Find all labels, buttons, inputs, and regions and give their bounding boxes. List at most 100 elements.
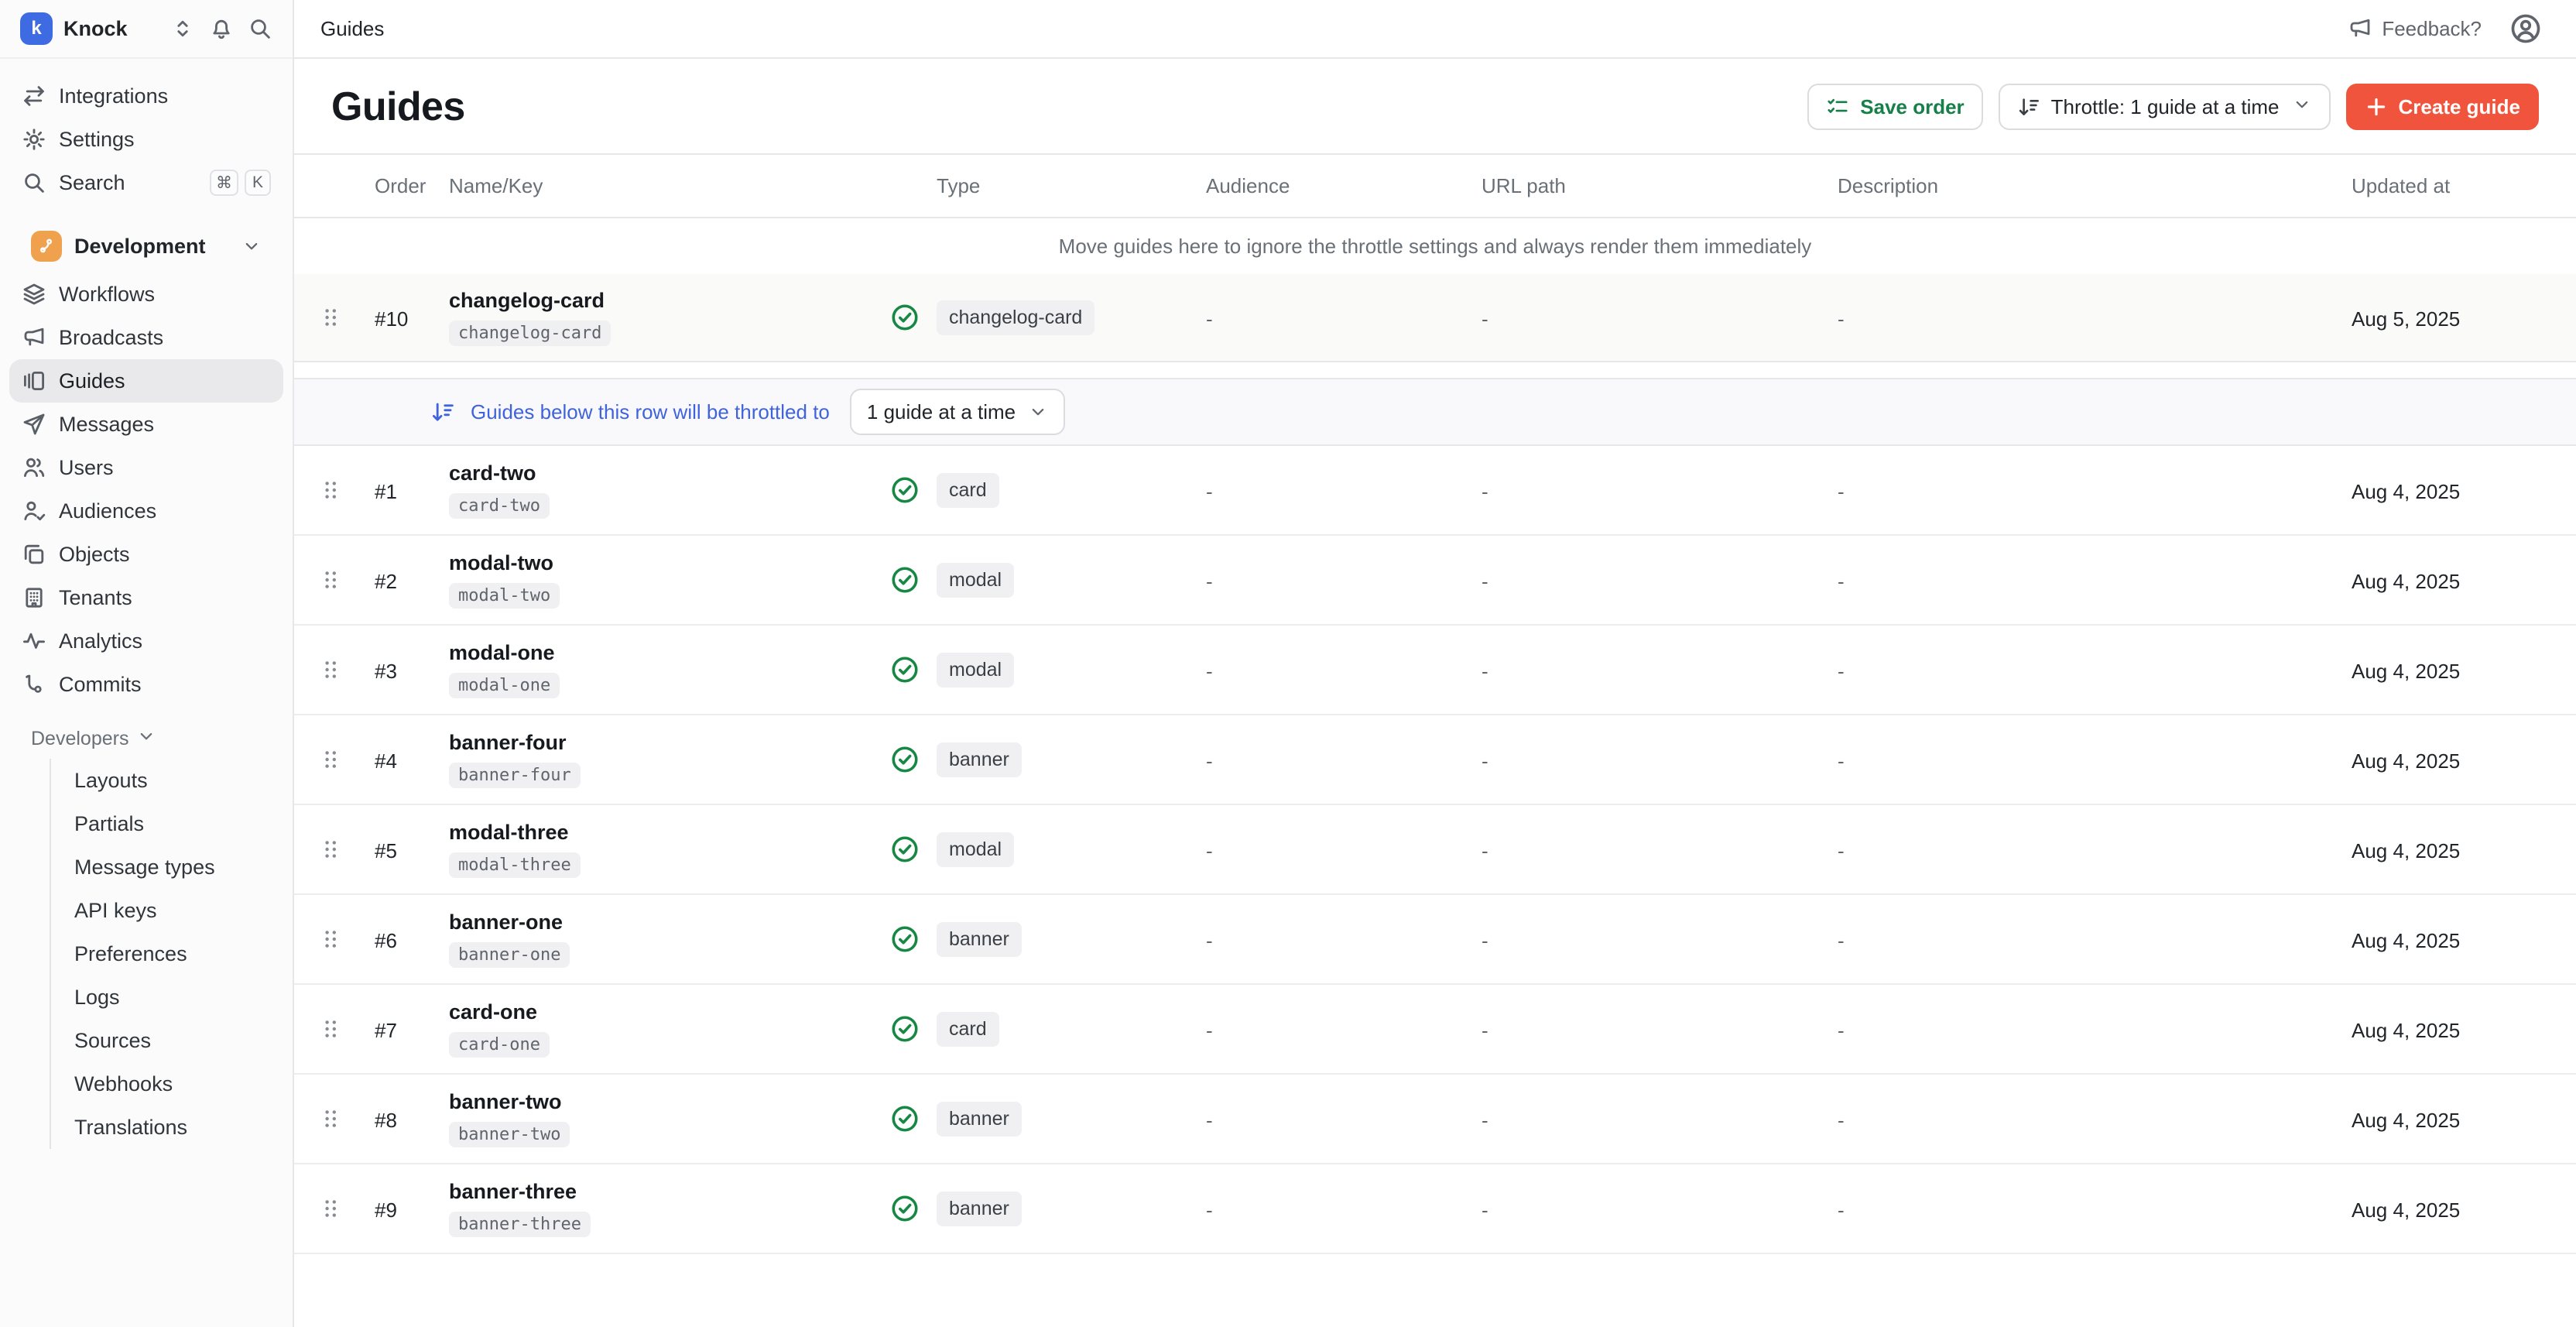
guide-row[interactable]: #2 modal-two modal-two modal - - - Aug 4… [294,536,2576,626]
environment-branch-icon [31,231,62,262]
guide-url-path: - [1482,660,1488,683]
sidebar-item-label: Messages [59,413,154,437]
guide-type-badge: card [937,473,999,508]
chevrons-up-down-icon[interactable] [170,16,195,41]
guide-row[interactable]: #3 modal-one modal-one modal - - - Aug 4… [294,626,2576,715]
guide-audience: - [1206,480,1213,503]
sidebar-item-messages[interactable]: Messages [9,403,283,446]
guide-url-path: - [1482,1109,1488,1132]
search-icon[interactable] [248,16,272,41]
guide-audience: - [1206,839,1213,862]
guide-row[interactable]: #9 banner-three banner-three banner - - … [294,1164,2576,1254]
drag-handle-icon[interactable] [319,657,375,682]
create-guide-button[interactable]: Create guide [2346,84,2540,130]
table-header: Order Name/Key Type Audience URL path De… [294,153,2576,218]
sidebar-item-message-types[interactable]: Message types [51,845,283,889]
sidebar-item-guides[interactable]: Guides [9,359,283,403]
sidebar-item-label: Message types [74,856,215,880]
sidebar-item-label: Integrations [59,84,168,108]
guide-description: - [1838,839,1845,862]
sidebar-item-analytics[interactable]: Analytics [9,619,283,663]
drag-handle-icon[interactable] [319,1017,375,1041]
sidebar-item-broadcasts[interactable]: Broadcasts [9,316,283,359]
throttle-button-label: Throttle: 1 guide at a time [2051,95,2280,119]
guide-row[interactable]: #10 changelog-card changelog-card change… [294,274,2576,361]
person-check-icon [22,499,46,523]
guide-row[interactable]: #8 banner-two banner-two banner - - - Au… [294,1075,2576,1164]
bell-icon[interactable] [209,16,234,41]
sidebar-item-layouts[interactable]: Layouts [51,759,283,802]
throttle-select[interactable]: 1 guide at a time [850,389,1065,435]
sidebar-item-label: Objects [59,543,130,567]
sidebar-item-label: Users [59,456,114,480]
unthrottled-drop-zone: Move guides here to ignore the throttle … [294,218,2576,362]
guide-audience: - [1206,307,1213,331]
drag-handle-icon[interactable] [319,1106,375,1131]
guide-row[interactable]: #6 banner-one banner-one banner - - - Au… [294,895,2576,985]
sidebar-item-users[interactable]: Users [9,446,283,489]
drag-handle-icon[interactable] [319,927,375,952]
breadcrumb: Guides [320,17,384,41]
feedback-button[interactable]: Feedback? [2348,16,2482,41]
guide-type-badge: banner [937,922,1022,957]
guide-updated-at: Aug 4, 2025 [2352,839,2460,862]
sidebar-item-label: Analytics [59,629,142,653]
guide-url-path: - [1482,839,1488,862]
save-order-button[interactable]: Save order [1807,84,1982,130]
kbd-key: ⌘ [210,170,238,196]
sidebar-item-commits[interactable]: Commits [9,663,283,706]
guide-description: - [1838,307,1845,331]
guide-name: changelog-card [449,289,605,313]
guide-row[interactable]: #4 banner-four banner-four banner - - - … [294,715,2576,805]
environment-switcher[interactable]: Development [19,223,274,269]
sidebar: k Knock IntegrationsSettingsSearch⌘K Dev… [0,0,294,1327]
column-header-updated-at: Updated at [2352,174,2539,198]
sidebar-item-label: API keys [74,899,157,923]
guide-url-path: - [1482,1019,1488,1042]
sidebar-item-audiences[interactable]: Audiences [9,489,283,533]
sidebar-item-integrations[interactable]: Integrations [9,74,283,118]
sidebar-item-preferences[interactable]: Preferences [51,932,283,976]
account-menu-button[interactable] [2509,12,2542,45]
developers-section-toggle[interactable]: Developers [19,718,274,759]
guide-name: modal-three [449,821,569,845]
sidebar-item-objects[interactable]: Objects [9,533,283,576]
guide-row[interactable]: #1 card-two card-two card - - - Aug 4, 2… [294,446,2576,536]
drag-handle-icon[interactable] [319,478,375,502]
drag-handle-icon[interactable] [319,305,375,330]
sidebar-item-search[interactable]: Search⌘K [9,161,283,204]
sidebar-item-label: Partials [74,812,144,836]
sidebar-item-settings[interactable]: Settings [9,118,283,161]
throttle-settings-button[interactable]: Throttle: 1 guide at a time [1999,84,2331,130]
guide-key-badge: modal-one [449,673,560,698]
drag-handle-icon[interactable] [319,747,375,772]
page-title: Guides [331,84,465,130]
guide-row[interactable]: #5 modal-three modal-three modal - - - A… [294,805,2576,895]
sidebar-item-label: Logs [74,986,120,1010]
drag-handle-icon[interactable] [319,1196,375,1221]
sidebar-item-webhooks[interactable]: Webhooks [51,1062,283,1106]
sidebar-item-tenants[interactable]: Tenants [9,576,283,619]
topbar: Guides Feedback? [294,0,2576,59]
guide-order: #2 [375,570,397,593]
sidebar-item-label: Layouts [74,769,148,793]
drag-handle-icon[interactable] [319,567,375,592]
guide-audience: - [1206,1198,1213,1222]
sidebar-item-logs[interactable]: Logs [51,976,283,1019]
sidebar-item-sources[interactable]: Sources [51,1019,283,1062]
sidebar-item-api-keys[interactable]: API keys [51,889,283,932]
sidebar-item-partials[interactable]: Partials [51,802,283,845]
guide-name: banner-one [449,910,563,934]
guide-updated-at: Aug 4, 2025 [2352,570,2460,593]
sidebar-item-translations[interactable]: Translations [51,1106,283,1149]
guide-type-badge: modal [937,832,1014,867]
sidebar-item-label: Sources [74,1029,151,1053]
guide-row[interactable]: #7 card-one card-one card - - - Aug 4, 2… [294,985,2576,1075]
sidebar-item-label: Audiences [59,499,156,523]
sidebar-item-label: Webhooks [74,1072,173,1096]
guide-key-badge: banner-four [449,763,581,788]
drag-handle-icon[interactable] [319,837,375,862]
sidebar-item-workflows[interactable]: Workflows [9,273,283,316]
check-circle-icon [890,835,937,864]
copy-icon [22,542,46,567]
